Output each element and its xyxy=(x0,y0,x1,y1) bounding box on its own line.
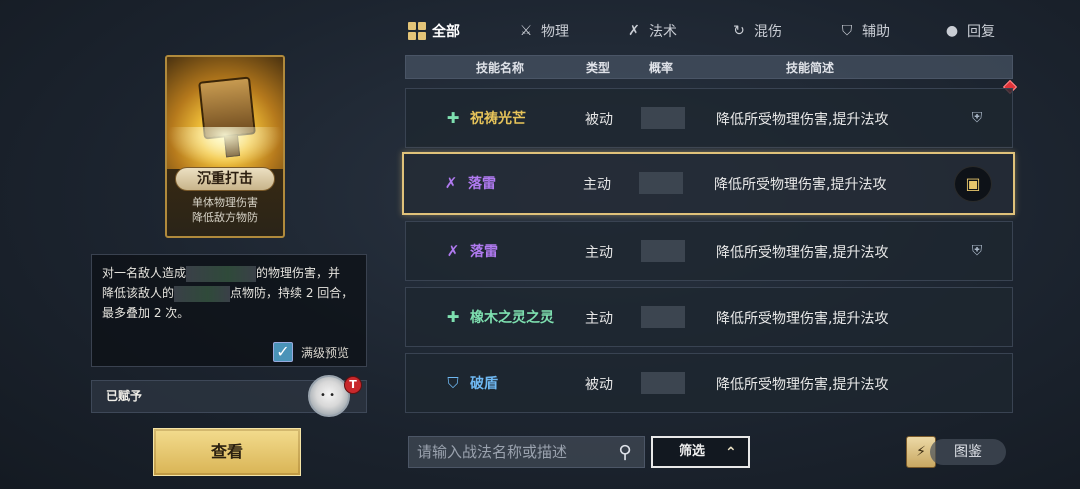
skill-desc: 降低所受物理伤害,提升法攻 xyxy=(716,112,889,128)
filter-label: 筛选 xyxy=(679,444,706,459)
shield-icon: ⛉ xyxy=(841,23,853,39)
desc-text: 对一名敌人造成 xyxy=(102,266,187,280)
tab-heal[interactable]: ● 回复 xyxy=(943,18,995,44)
skill-desc: 降低所受物理伤害,提升法攻 xyxy=(716,245,889,261)
header-desc: 技能简述 xyxy=(786,61,835,75)
hidden-value xyxy=(174,285,231,302)
tab-label: 全部 xyxy=(432,24,460,40)
search-box: ⚲ xyxy=(408,436,645,468)
header-rate: 概率 xyxy=(649,61,674,75)
skill-name: 落雷 xyxy=(468,176,496,192)
skill-rate-hidden xyxy=(639,172,683,194)
view-button[interactable]: 查看 xyxy=(153,428,301,476)
magic-icon: ✗ xyxy=(444,174,458,192)
skill-rate-hidden xyxy=(641,372,685,394)
tab-magic[interactable]: ✗ 法术 xyxy=(625,18,677,44)
skill-name: 祝祷光芒 xyxy=(470,111,526,127)
tab-mixed[interactable]: ↻ 混伤 xyxy=(730,18,782,44)
atlas-label: 图鉴 xyxy=(930,439,1006,465)
skill-card-desc-line1: 单体物理伤害 xyxy=(192,196,258,209)
remove-badge-icon[interactable]: T xyxy=(344,376,362,394)
max-level-preview[interactable]: ✓ 满级预览 xyxy=(273,342,349,362)
preview-label: 满级预览 xyxy=(301,345,350,360)
header-type: 类型 xyxy=(586,61,611,75)
skill-name: 落雷 xyxy=(470,244,498,260)
skill-type: 被动 xyxy=(585,377,613,393)
heal-drop-icon: ✚ xyxy=(446,308,460,326)
search-icon[interactable]: ⚲ xyxy=(613,441,637,465)
search-input[interactable] xyxy=(409,437,605,467)
table-row[interactable]: ⛉ 破盾 被动 降低所受物理伤害,提升法攻 xyxy=(405,353,1013,413)
table-row[interactable]: ✚ 祝祷光芒 被动 降低所受物理伤害,提升法攻 ⛨ xyxy=(405,88,1013,148)
skill-type: 主动 xyxy=(585,311,613,327)
skill-card: 沉重打击 单体物理伤害 降低敌方物防 xyxy=(165,55,285,238)
skill-desc: 降低所受物理伤害,提升法攻 xyxy=(716,311,889,327)
header-name: 技能名称 xyxy=(476,61,525,75)
skill-card-desc-line2: 降低敌方物防 xyxy=(192,211,258,224)
tab-label: 物理 xyxy=(541,24,569,40)
desc-text: 的物理伤害，并 xyxy=(256,266,341,280)
sword-icon: ⚔ xyxy=(519,23,533,39)
tab-support[interactable]: ⛉ 辅助 xyxy=(838,18,890,44)
skill-rate-hidden xyxy=(641,107,685,129)
preview-checkbox[interactable]: ✓ xyxy=(273,342,293,362)
skill-name: 破盾 xyxy=(470,376,498,392)
helmet-icon: ⛨ xyxy=(971,243,983,259)
skill-rate-hidden xyxy=(641,306,685,328)
skill-type: 被动 xyxy=(585,112,613,128)
swirl-icon: ↻ xyxy=(733,23,745,39)
tab-physical[interactable]: ⚔ 物理 xyxy=(517,18,569,44)
filter-button[interactable]: 筛选 ⌃ xyxy=(651,436,750,468)
skill-card-name: 沉重打击 xyxy=(175,167,275,191)
card-icon[interactable]: ▣ xyxy=(954,166,992,202)
tab-label: 混伤 xyxy=(754,24,782,40)
chevron-up-icon: ⌃ xyxy=(725,445,737,461)
desc-text: 降低该敌人的 xyxy=(102,286,175,300)
skill-desc: 降低所受物理伤害,提升法攻 xyxy=(714,177,887,193)
table-row[interactable]: ✚ 橡木之灵之灵 主动 降低所受物理伤害,提升法攻 xyxy=(405,287,1013,347)
helmet-icon: ⛨ xyxy=(971,110,983,126)
drop-icon: ● xyxy=(945,23,959,39)
hidden-value xyxy=(186,265,257,282)
magic-icon: ✗ xyxy=(628,23,640,39)
tab-label: 法术 xyxy=(649,24,677,40)
magic-icon: ✗ xyxy=(446,242,460,260)
tab-all[interactable]: 全部 xyxy=(408,18,460,44)
desc-text: 点物防，持续 2 回合， xyxy=(230,286,354,300)
category-tabs: 全部 ⚔ 物理 ✗ 法术 ↻ 混伤 ⛉ 辅助 ● 回复 xyxy=(405,18,1015,44)
skill-desc: 降低所受物理伤害,提升法攻 xyxy=(716,377,889,393)
skill-name: 橡木之灵之灵 xyxy=(470,310,554,326)
heal-drop-icon: ✚ xyxy=(446,109,460,127)
skill-type: 主动 xyxy=(585,245,613,261)
tab-label: 辅助 xyxy=(862,24,890,40)
skill-type: 主动 xyxy=(583,177,611,193)
grid-icon xyxy=(408,22,426,40)
desc-text: 最多叠加 2 次。 xyxy=(102,306,190,320)
table-row-selected[interactable]: ✗ 落雷 主动 降低所受物理伤害,提升法攻 ▣ xyxy=(402,152,1015,215)
tab-label: 回复 xyxy=(967,24,995,40)
shield-icon: ⛉ xyxy=(447,374,459,392)
skill-card-desc: 单体物理伤害 降低敌方物防 xyxy=(167,195,283,225)
table-header: 技能名称 类型 概率 技能简述 xyxy=(405,55,1013,79)
atlas-button[interactable]: ⚡ 图鉴 xyxy=(906,436,1006,468)
table-row[interactable]: ✗ 落雷 主动 降低所受物理伤害,提升法攻 ⛨ xyxy=(405,221,1013,281)
skill-rate-hidden xyxy=(641,240,685,262)
skill-card-art xyxy=(167,57,283,169)
